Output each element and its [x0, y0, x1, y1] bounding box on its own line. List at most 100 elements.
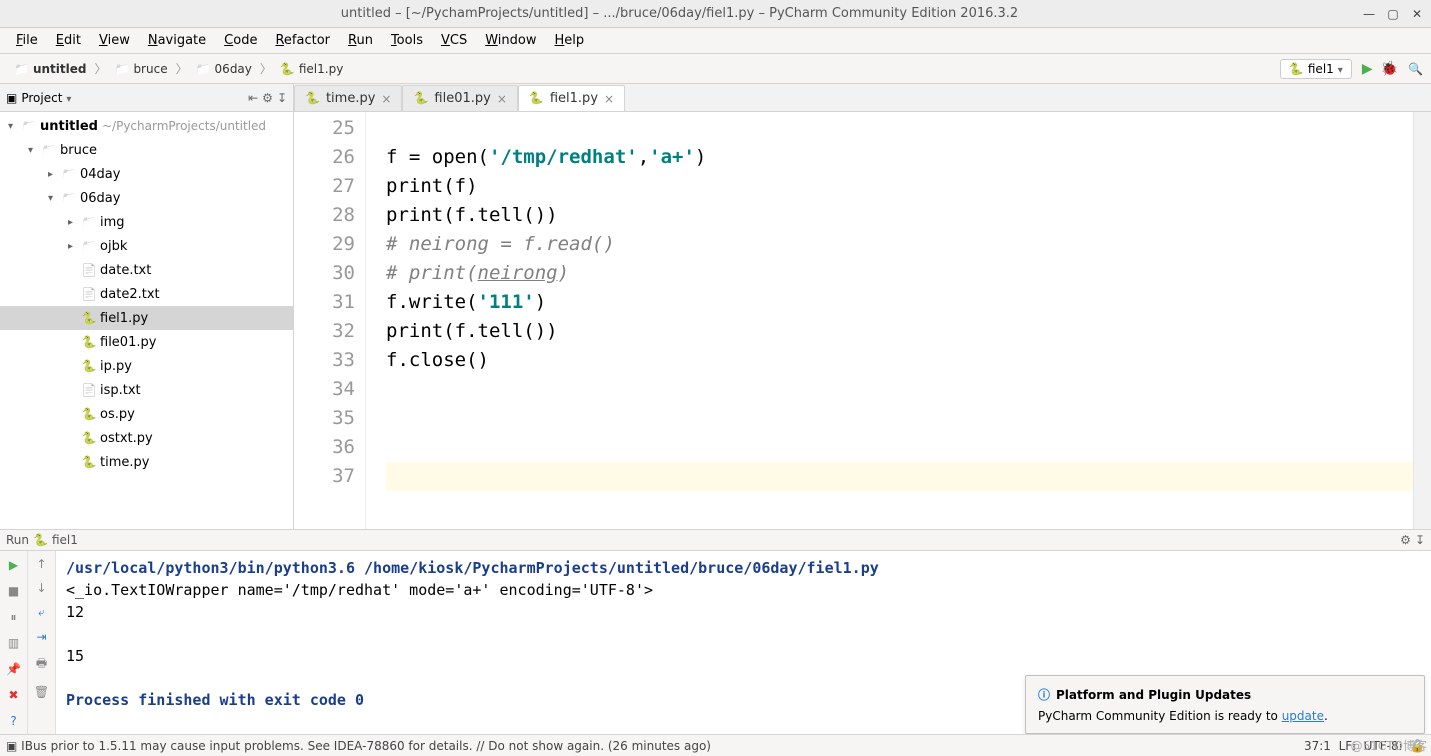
run-controls-col2: ↑ ↓ ⤶ ⇥ 🖶 🗑 [28, 551, 56, 738]
menu-refactor[interactable]: Refactor [267, 30, 338, 51]
rerun-icon[interactable]: ▶ [6, 557, 22, 573]
chevron-right-icon: 〉 [258, 60, 274, 77]
breadcrumb-item[interactable]: 06day [190, 60, 258, 78]
layout-icon[interactable]: ▥ [6, 635, 22, 651]
tree-node[interactable]: os.py [0, 402, 293, 426]
tree-project-root[interactable]: ▾ untitled ~/PycharmProjects/untitled [0, 114, 293, 138]
project-root-label: untitled [40, 119, 98, 134]
tab-close-icon[interactable]: × [604, 92, 614, 106]
trash-icon[interactable]: 🗑 [34, 685, 49, 699]
python-icon [280, 62, 295, 76]
folder-icon [114, 62, 129, 76]
txt-icon [80, 287, 98, 302]
tree-node[interactable]: isp.txt [0, 378, 293, 402]
tree-node[interactable]: ▾06day [0, 186, 293, 210]
gear-icon[interactable] [262, 91, 273, 105]
navigation-bar: untitled〉bruce〉06day〉fiel1.py fiel1 ▶ 🐞 … [0, 54, 1431, 84]
tree-node-label: os.py [100, 407, 135, 422]
tree-node[interactable]: time.py [0, 450, 293, 474]
code-content[interactable]: f = open('/tmp/redhat','a+')print(f)prin… [366, 112, 1413, 529]
encoding[interactable]: UTF-8⁞ [1364, 739, 1403, 753]
tree-node[interactable]: ▾bruce [0, 138, 293, 162]
python-icon [1289, 62, 1304, 76]
tab-label: fiel1.py [550, 91, 598, 106]
menu-file[interactable]: File [8, 30, 46, 51]
py-icon [80, 359, 98, 374]
soft-wrap-icon[interactable]: ⤶ [38, 605, 45, 620]
notification-body-suffix: . [1324, 709, 1328, 723]
menu-help[interactable]: Help [547, 30, 593, 51]
folder-icon [14, 62, 29, 76]
tree-node[interactable]: file01.py [0, 330, 293, 354]
project-tool-icon: ▣ [6, 91, 17, 105]
tree-node-label: fiel1.py [100, 311, 148, 326]
tree-node[interactable]: ostxt.py [0, 426, 293, 450]
editor-tab[interactable]: fiel1.py × [518, 85, 625, 111]
down-icon[interactable]: ↓ [36, 581, 46, 595]
menu-view[interactable]: View [91, 30, 138, 51]
sidebar-header: ▣ Project ⇤ ↧ [0, 84, 293, 112]
menu-code[interactable]: Code [216, 30, 265, 51]
project-tree[interactable]: ▾ untitled ~/PycharmProjects/untitled ▾b… [0, 112, 293, 529]
tab-close-icon[interactable]: × [381, 92, 391, 106]
python-icon [413, 91, 428, 106]
breadcrumb-item[interactable]: fiel1.py [274, 60, 349, 78]
debug-icon[interactable]: 🐞 [1381, 61, 1398, 77]
stop-icon[interactable]: ■ [6, 583, 22, 599]
breadcrumb-item[interactable]: untitled [8, 60, 92, 78]
hide-icon[interactable]: ↧ [277, 91, 287, 105]
collapse-icon[interactable]: ⇤ [248, 91, 258, 105]
breadcrumb-item[interactable]: bruce [108, 60, 173, 78]
close-icon[interactable]: ✕ [1409, 6, 1425, 22]
update-link[interactable]: update [1282, 709, 1324, 723]
chevron-down-icon[interactable] [66, 91, 71, 105]
info-icon: ⓘ [1038, 688, 1050, 702]
code-editor[interactable]: 25262728293031323334353637 f = open('/tm… [294, 112, 1431, 529]
tree-node[interactable]: ▸ojbk [0, 234, 293, 258]
run-config-label: fiel1 [1308, 62, 1334, 76]
tree-node-label: 06day [80, 191, 120, 206]
maximize-icon[interactable]: ▢ [1385, 6, 1401, 22]
close-run-icon[interactable]: ✖ [6, 687, 22, 703]
tree-node[interactable]: fiel1.py [0, 306, 293, 330]
print-icon[interactable]: 🖶 [36, 654, 47, 675]
tree-node-label: time.py [100, 455, 149, 470]
tree-node[interactable]: ▸04day [0, 162, 293, 186]
menu-tools[interactable]: Tools [383, 30, 431, 51]
tree-node-label: 04day [80, 167, 120, 182]
menu-navigate[interactable]: Navigate [140, 30, 214, 51]
menu-run[interactable]: Run [340, 30, 381, 51]
lock-icon[interactable]: 🔓 [1410, 739, 1425, 753]
tree-node[interactable]: date2.txt [0, 282, 293, 306]
tree-node[interactable]: ▸img [0, 210, 293, 234]
py-icon [80, 455, 98, 470]
scroll-end-icon[interactable]: ⇥ [36, 630, 46, 644]
tab-close-icon[interactable]: × [497, 92, 507, 106]
status-hint-icon: ▣ [6, 739, 17, 753]
editor-tab[interactable]: time.py× [294, 85, 402, 111]
py-icon [80, 335, 98, 350]
gear-icon[interactable] [1400, 533, 1411, 547]
run-icon[interactable]: ▶ [1362, 61, 1373, 77]
py-icon [80, 431, 98, 446]
tree-node[interactable]: ip.py [0, 354, 293, 378]
minimize-icon[interactable]: — [1361, 6, 1377, 22]
status-left[interactable]: IBus prior to 1.5.11 may cause input pro… [21, 739, 711, 753]
update-notification: ⓘPlatform and Plugin Updates PyCharm Com… [1025, 675, 1425, 734]
hide-tool-icon[interactable]: ↧ [1415, 533, 1425, 547]
tree-node[interactable]: date.txt [0, 258, 293, 282]
folder-icon [40, 143, 58, 158]
up-icon[interactable]: ↑ [36, 557, 46, 571]
python-icon [305, 91, 320, 106]
pause-icon[interactable]: ⏸ [6, 609, 22, 625]
help-icon[interactable]: ? [6, 713, 22, 729]
run-config-selector[interactable]: fiel1 [1280, 59, 1352, 79]
menu-edit[interactable]: Edit [48, 30, 89, 51]
pin-icon[interactable]: 📌 [6, 661, 22, 677]
line-separator[interactable]: LF⁞ [1339, 739, 1356, 753]
editor-tab[interactable]: file01.py× [402, 85, 517, 111]
menu-window[interactable]: Window [477, 30, 544, 51]
search-icon[interactable]: 🔍 [1408, 62, 1423, 76]
python-icon [33, 533, 48, 547]
menu-vcs[interactable]: VCS [433, 30, 475, 51]
